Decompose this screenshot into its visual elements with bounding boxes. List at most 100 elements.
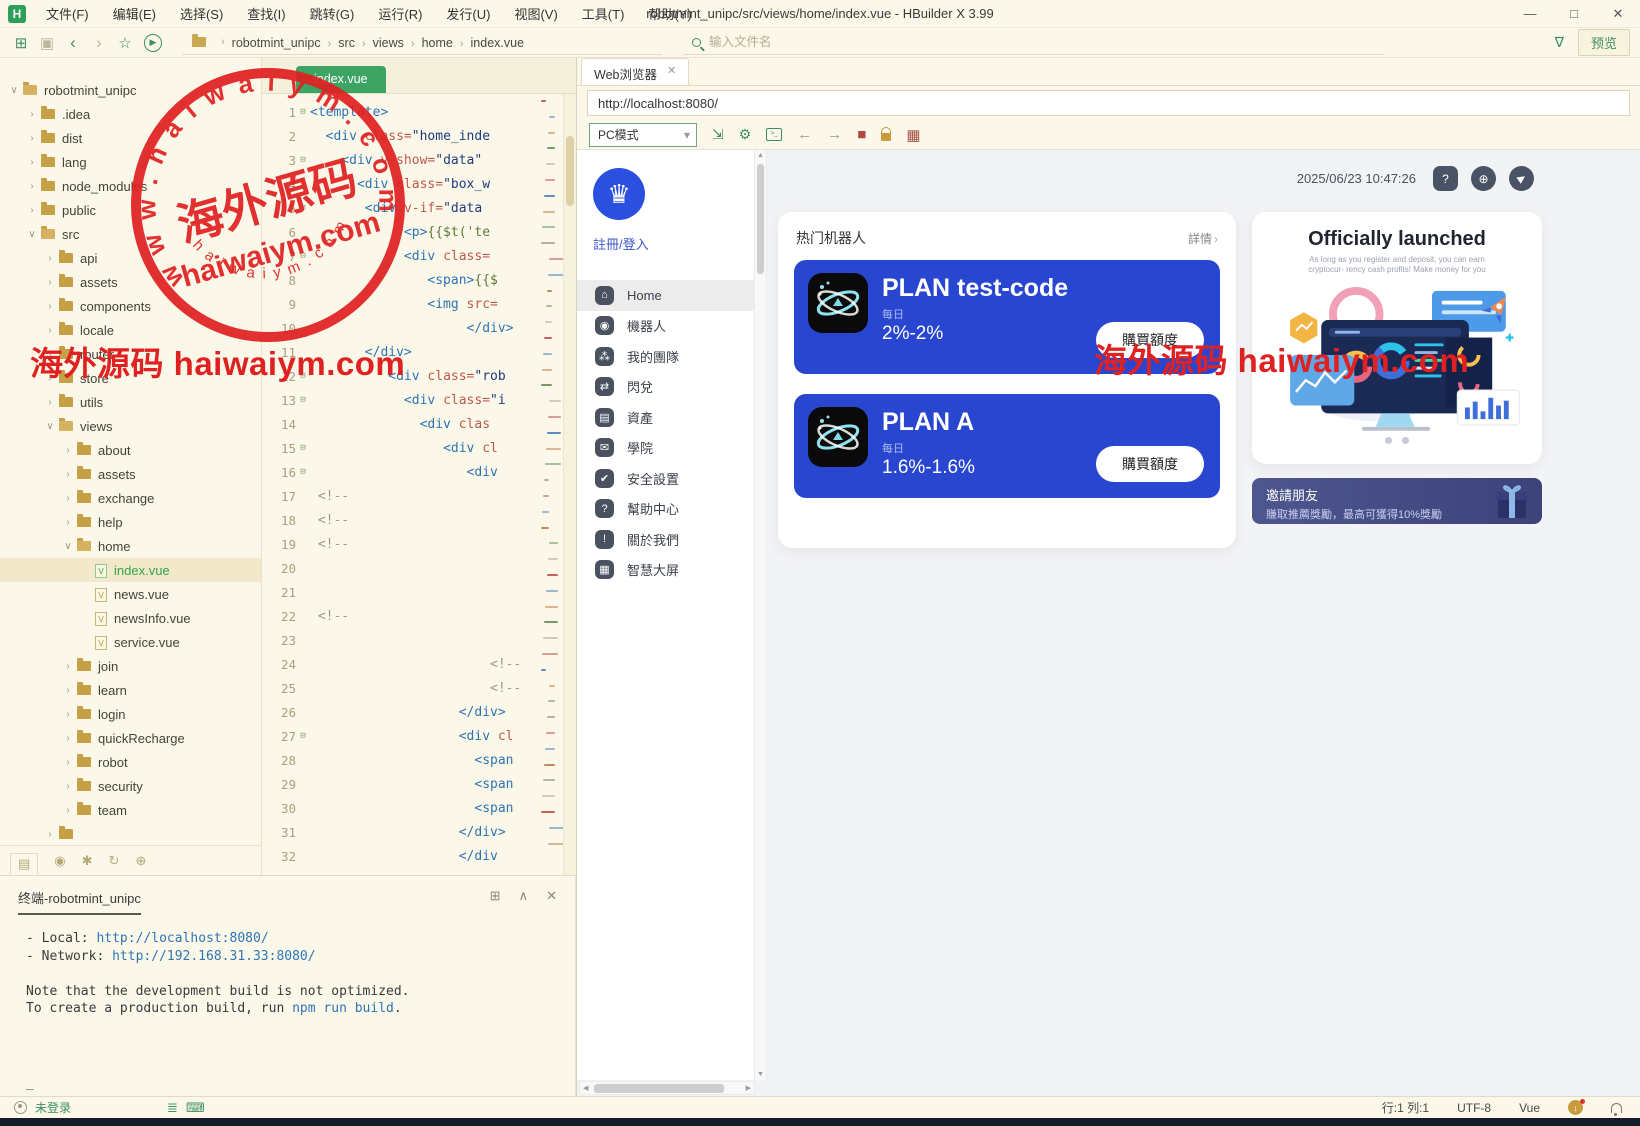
sidebar-item-閃兌[interactable]: ⇄閃兌 [577, 372, 754, 403]
fold-icon[interactable]: ⊟ [296, 395, 310, 405]
preview-horizontal-scrollbar[interactable]: ◀▶ [579, 1081, 755, 1095]
breadcrumb-item-views[interactable]: views [373, 36, 404, 50]
sidebar-item-機器人[interactable]: ◉機器人 [577, 311, 754, 342]
breadcrumb-item-src[interactable]: src [338, 36, 355, 50]
open-external-icon[interactable]: ⇲ [712, 126, 724, 143]
tree-item-team[interactable]: ›team [0, 798, 261, 822]
notifications-icon[interactable] [1611, 1103, 1622, 1113]
browser-forward-icon[interactable]: → [827, 126, 842, 143]
fold-icon[interactable]: ⊟ [296, 731, 310, 741]
tree-item-.idea[interactable]: ›.idea [0, 102, 261, 126]
tree-item-api[interactable]: ›api [0, 246, 261, 270]
tree-item-views[interactable]: ∨views [0, 414, 261, 438]
tree-item-news.vue[interactable]: Vnews.vue [0, 582, 261, 606]
fold-icon[interactable]: ⊟ [296, 203, 310, 213]
explorer-tool-0[interactable]: ▤ [10, 853, 38, 874]
menu-item-0[interactable]: 文件(F) [36, 1, 99, 26]
bookmark-icon[interactable]: ☆ [112, 34, 138, 52]
explorer-tool-3[interactable]: ↻ [109, 853, 120, 869]
site-logo[interactable]: ♛ [593, 168, 645, 220]
tree-item-service.vue[interactable]: Vservice.vue [0, 630, 261, 654]
buy-quota-button[interactable]: 購買額度 [1096, 446, 1204, 482]
fold-icon[interactable]: ⊟ [296, 107, 310, 117]
lock-icon[interactable] [881, 133, 891, 141]
breadcrumb-item-robotmint_unipc[interactable]: robotmint_unipc [232, 36, 321, 50]
sidebar-item-智慧大屏[interactable]: ▦智慧大屏 [577, 555, 754, 586]
back-icon[interactable]: ‹ [60, 33, 86, 53]
code-area[interactable]: 1⊟<template>2 <div class="home_inde3⊟ <d… [262, 94, 576, 875]
tree-item-newsInfo.vue[interactable]: VnewsInfo.vue [0, 606, 261, 630]
menu-item-6[interactable]: 发行(U) [436, 1, 500, 26]
url-input[interactable] [587, 90, 1630, 116]
tree-item-dist[interactable]: ›dist [0, 126, 261, 150]
tree-item-partial[interactable]: › [0, 822, 261, 845]
tree-item-public[interactable]: ›public [0, 198, 261, 222]
tree-item-exchange[interactable]: ›exchange [0, 486, 261, 510]
fold-icon[interactable]: ⊟ [296, 251, 310, 261]
explorer-tool-1[interactable]: ◉ [54, 853, 65, 869]
tree-item-store[interactable]: ›store [0, 366, 261, 390]
editor-scrollbar[interactable] [563, 94, 576, 875]
sidebar-item-關於我們[interactable]: !關於我們 [577, 524, 754, 555]
menu-item-5[interactable]: 运行(R) [368, 1, 432, 26]
forward-icon[interactable]: › [86, 33, 112, 53]
tree-item-login[interactable]: ›login [0, 702, 261, 726]
language-icon[interactable]: ⊕ [1471, 166, 1496, 191]
tree-item-lang[interactable]: ›lang [0, 150, 261, 174]
editor-tab-indexvue[interactable]: index.vue [296, 66, 386, 93]
register-login-link[interactable]: 註冊/登入 [593, 234, 649, 253]
stop-icon[interactable]: ■ [857, 126, 866, 143]
login-status[interactable]: 未登录 [35, 1099, 71, 1116]
invite-friends-card[interactable]: 邀請朋友 賺取推薦獎勵，最高可獲得10%獎勵 [1252, 478, 1542, 524]
close-terminal-icon[interactable]: ✕ [546, 888, 557, 904]
explorer-tool-4[interactable]: ⊕ [135, 853, 146, 869]
tree-item-robot[interactable]: ›robot [0, 750, 261, 774]
console-icon[interactable]: >_ [766, 128, 782, 141]
tree-item-src[interactable]: ∨src [0, 222, 261, 246]
sidebar-item-資產[interactable]: ▤資產 [577, 402, 754, 433]
outline-icon[interactable]: ≣ [167, 1100, 178, 1116]
tree-item-security[interactable]: ›security [0, 774, 261, 798]
encoding[interactable]: UTF-8 [1457, 1101, 1491, 1115]
plan-card-1[interactable]: PLAN A每日1.6%-1.6%購買額度 [794, 394, 1220, 498]
qrcode-icon[interactable]: ▦ [906, 126, 920, 144]
close-button[interactable]: ✕ [1596, 0, 1640, 28]
collapse-icon[interactable]: ∧ [519, 888, 529, 904]
tree-item-home[interactable]: ∨home [0, 534, 261, 558]
tree-item-assets[interactable]: ›assets [0, 270, 261, 294]
menu-item-1[interactable]: 编辑(E) [103, 1, 166, 26]
menu-item-2[interactable]: 选择(S) [170, 1, 233, 26]
breadcrumb[interactable]: › robotmint_unipc›src›views›home›index.v… [182, 31, 662, 55]
buy-quota-button[interactable]: 購買額度 [1096, 322, 1204, 358]
tree-item-quickRecharge[interactable]: ›quickRecharge [0, 726, 261, 750]
terminal-tab[interactable]: 终端-robotmint_unipc [18, 888, 141, 915]
tree-item-help[interactable]: ›help [0, 510, 261, 534]
explorer-tool-2[interactable]: ✱ [82, 853, 93, 869]
minimap[interactable] [541, 94, 563, 875]
browser-tab[interactable]: Web浏览器 ✕ [581, 58, 689, 85]
preview-vertical-scrollbar[interactable]: ▲▼ [754, 150, 767, 1080]
tree-item-about[interactable]: ›about [0, 438, 261, 462]
menu-item-8[interactable]: 工具(T) [572, 1, 635, 26]
preview-button[interactable]: 预览 [1578, 29, 1630, 56]
account-icon[interactable] [14, 1101, 27, 1114]
sidebar-item-安全設置[interactable]: ✔安全設置 [577, 463, 754, 494]
new-terminal-icon[interactable]: ⊞ [490, 888, 501, 904]
close-tab-icon[interactable]: ✕ [667, 64, 676, 77]
menu-item-7[interactable]: 视图(V) [504, 1, 567, 26]
device-mode-select[interactable]: PC模式 [589, 123, 697, 147]
update-icon[interactable]: ↓ [1568, 1100, 1583, 1115]
sidebar-item-學院[interactable]: ✉學院 [577, 433, 754, 464]
support-icon[interactable]: ? [1433, 166, 1458, 191]
tree-item-robotmint_unipc[interactable]: ∨robotmint_unipc [0, 78, 261, 102]
terminal-toggle-icon[interactable]: ⌨ [186, 1100, 205, 1116]
fold-icon[interactable]: ⊟ [296, 155, 310, 165]
tree-item-join[interactable]: ›join [0, 654, 261, 678]
fold-icon[interactable]: ⊟ [296, 371, 310, 381]
fold-icon[interactable]: ⊟ [296, 443, 310, 453]
tree-item-utils[interactable]: ›utils [0, 390, 261, 414]
tree-item-assets[interactable]: ›assets [0, 462, 261, 486]
breadcrumb-item-index.vue[interactable]: index.vue [471, 36, 525, 50]
new-file-icon[interactable]: ⊞ [8, 34, 34, 52]
run-icon[interactable]: ▶ [144, 34, 162, 52]
